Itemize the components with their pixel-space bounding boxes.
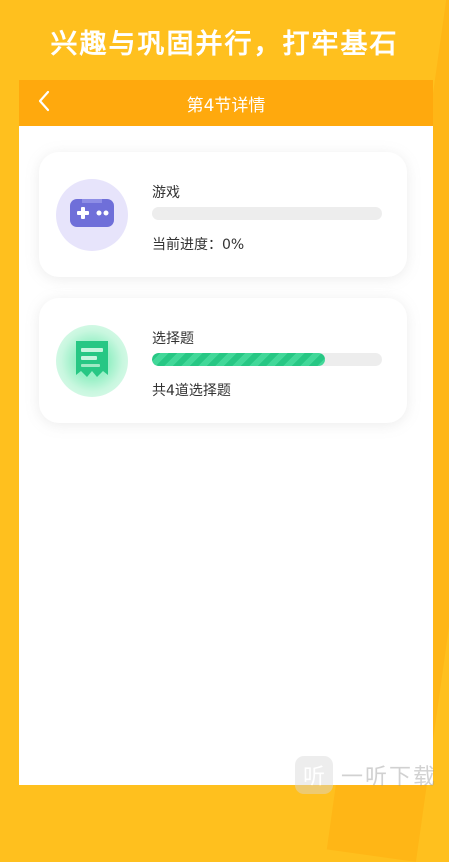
back-button[interactable] bbox=[29, 88, 59, 118]
quiz-icon-circle bbox=[56, 325, 128, 397]
card-title: 游戏 bbox=[152, 185, 180, 201]
watermark-logo-icon: 听 bbox=[294, 756, 333, 794]
progress-bar bbox=[152, 207, 382, 220]
app-header: 第4节详情 bbox=[19, 80, 433, 126]
promo-title: 兴趣与巩固并行，打牢基石 bbox=[50, 29, 399, 60]
watermark-logo-glyph: 听 bbox=[302, 765, 325, 790]
progress-bar bbox=[152, 353, 382, 366]
game-icon-circle bbox=[56, 179, 128, 251]
card-title: 选择题 bbox=[152, 331, 194, 347]
gamepad-icon bbox=[68, 196, 116, 234]
watermark-text: 一听下载 bbox=[340, 765, 437, 790]
lesson-card-quiz[interactable]: 选择题 共4道选择题 bbox=[39, 298, 407, 423]
quiz-icon bbox=[72, 337, 112, 385]
app-screen: 第4节详情 游戏 当前进度：0% 选择题 共4道选择题 bbox=[19, 80, 433, 785]
watermark: 听 一听下载 bbox=[294, 756, 437, 794]
card-subtitle: 当前进度：0% bbox=[152, 237, 245, 253]
card-subtitle: 共4道选择题 bbox=[152, 383, 231, 399]
lesson-card-game[interactable]: 游戏 当前进度：0% bbox=[39, 152, 407, 277]
page-title: 第4节详情 bbox=[186, 95, 266, 116]
chevron-left-icon bbox=[37, 90, 51, 116]
progress-fill bbox=[152, 353, 325, 366]
